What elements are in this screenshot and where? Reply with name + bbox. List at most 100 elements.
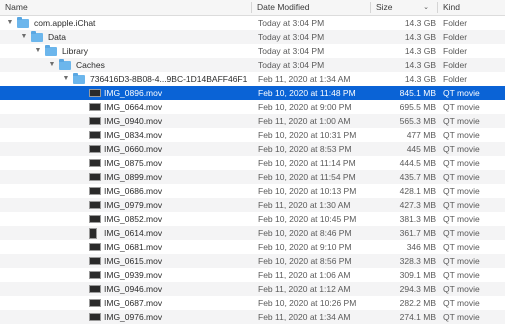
file-row[interactable]: IMG_0686.mov Feb 10, 2020 at 10:13 PM 428.… xyxy=(0,184,505,198)
file-row[interactable]: IMG_0834.mov Feb 10, 2020 at 10:31 PM 477 … xyxy=(0,128,505,142)
file-row[interactable]: IMG_0939.mov Feb 11, 2020 at 1:06 AM 309.1… xyxy=(0,268,505,282)
date-modified-cell: Feb 10, 2020 at 10:31 PM xyxy=(258,130,357,140)
kind-cell: QT movie xyxy=(443,88,480,98)
item-name: IMG_0686.mov xyxy=(104,186,163,196)
folder-row[interactable]: ▼ Library Today at 3:04 PM 14.3 GB Folder xyxy=(0,44,505,58)
video-file-icon xyxy=(89,215,101,223)
date-modified-cell: Feb 11, 2020 at 1:06 AM xyxy=(258,270,351,280)
name-cell: IMG_0834.mov xyxy=(0,128,250,142)
file-row[interactable]: IMG_0979.mov Feb 11, 2020 at 1:30 AM 427.3… xyxy=(0,198,505,212)
item-name: IMG_0896.mov xyxy=(104,88,163,98)
file-row[interactable]: IMG_0614.mov Feb 10, 2020 at 8:46 PM 361.7… xyxy=(0,226,505,240)
folder-row[interactable]: ▼ com.apple.iChat Today at 3:04 PM 14.3 GB F… xyxy=(0,16,505,30)
file-list: ▼ com.apple.iChat Today at 3:04 PM 14.3 GB F… xyxy=(0,16,505,324)
date-modified-cell: Feb 11, 2020 at 1:34 AM xyxy=(258,312,351,322)
kind-cell: QT movie xyxy=(443,158,480,168)
name-cell: IMG_0687.mov xyxy=(0,296,250,310)
date-modified-cell: Feb 10, 2020 at 11:48 PM xyxy=(258,88,356,98)
kind-cell: QT movie xyxy=(443,256,480,266)
file-row[interactable]: IMG_0976.mov Feb 11, 2020 at 1:34 AM 274.1… xyxy=(0,310,505,324)
file-row[interactable]: IMG_0899.mov Feb 10, 2020 at 11:54 PM 435.… xyxy=(0,170,505,184)
kind-cell: QT movie xyxy=(443,102,480,112)
item-name: IMG_0875.mov xyxy=(104,158,163,168)
size-cell: 445 MB xyxy=(406,144,436,154)
date-modified-cell: Today at 3:04 PM xyxy=(258,18,325,28)
item-name: IMG_0946.mov xyxy=(104,284,163,294)
name-cell: IMG_0896.mov xyxy=(0,86,250,100)
item-name: IMG_0614.mov xyxy=(104,228,163,238)
size-cell: 845.1 MB xyxy=(399,88,436,98)
column-header-size[interactable]: Size ⌄ xyxy=(371,0,437,15)
folder-row[interactable]: ▼ Caches Today at 3:04 PM 14.3 GB Folder xyxy=(0,58,505,72)
size-cell: 427.3 MB xyxy=(399,200,436,210)
file-row[interactable]: IMG_0875.mov Feb 10, 2020 at 11:14 PM 444.… xyxy=(0,156,505,170)
kind-cell: QT movie xyxy=(443,186,480,196)
item-name: com.apple.iChat xyxy=(34,18,96,28)
kind-cell: QT movie xyxy=(443,284,480,294)
item-name: IMG_0979.mov xyxy=(104,200,163,210)
folder-icon xyxy=(45,45,57,56)
video-file-icon xyxy=(89,187,101,195)
sort-descending-icon: ⌄ xyxy=(423,4,429,11)
size-cell: 444.5 MB xyxy=(399,158,436,168)
size-cell: 14.3 GB xyxy=(404,32,436,42)
folder-row[interactable]: ▼ 736416D3-8B08-4...9BC-1D14BAFF46F1 Feb 1… xyxy=(0,72,505,86)
file-row[interactable]: IMG_0852.mov Feb 10, 2020 at 10:45 PM 381.… xyxy=(0,212,505,226)
date-modified-cell: Feb 10, 2020 at 10:13 PM xyxy=(258,186,357,196)
name-cell: IMG_0660.mov xyxy=(0,142,250,156)
video-file-icon xyxy=(89,257,101,265)
column-header-date-label: Date Modified xyxy=(257,2,310,12)
kind-cell: QT movie xyxy=(443,214,480,224)
item-name: IMG_0939.mov xyxy=(104,270,163,280)
disclosure-expanded-icon[interactable]: ▼ xyxy=(20,30,28,44)
kind-cell: QT movie xyxy=(443,298,480,308)
item-name: IMG_0687.mov xyxy=(104,298,163,308)
name-cell: IMG_0875.mov xyxy=(0,156,250,170)
date-modified-cell: Feb 10, 2020 at 8:53 PM xyxy=(258,144,352,154)
disclosure-expanded-icon[interactable]: ▼ xyxy=(6,16,14,30)
column-header-name[interactable]: Name xyxy=(0,0,250,15)
folder-icon xyxy=(73,73,85,84)
item-name: IMG_0615.mov xyxy=(104,256,163,266)
video-file-icon xyxy=(89,89,101,97)
size-cell: 565.3 MB xyxy=(399,116,436,126)
column-header-date-modified[interactable]: Date Modified xyxy=(252,0,370,15)
video-file-icon xyxy=(89,243,101,251)
file-row[interactable]: IMG_0660.mov Feb 10, 2020 at 8:53 PM 445 M… xyxy=(0,142,505,156)
name-cell: IMG_0946.mov xyxy=(0,282,250,296)
disclosure-expanded-icon[interactable]: ▼ xyxy=(62,72,70,86)
size-cell: 361.7 MB xyxy=(399,228,436,238)
file-row[interactable]: IMG_0946.mov Feb 11, 2020 at 1:12 AM 294.3… xyxy=(0,282,505,296)
kind-cell: QT movie xyxy=(443,172,480,182)
video-file-icon xyxy=(89,313,101,321)
disclosure-expanded-icon[interactable]: ▼ xyxy=(48,58,56,72)
item-name: IMG_0664.mov xyxy=(104,102,163,112)
file-row[interactable]: IMG_0687.mov Feb 10, 2020 at 10:26 PM 282.… xyxy=(0,296,505,310)
item-name: Library xyxy=(62,46,88,56)
kind-cell: QT movie xyxy=(443,312,480,322)
file-row[interactable]: IMG_0940.mov Feb 11, 2020 at 1:00 AM 565.3… xyxy=(0,114,505,128)
video-file-icon xyxy=(89,271,101,279)
item-name: IMG_0976.mov xyxy=(104,312,163,322)
kind-cell: QT movie xyxy=(443,144,480,154)
name-cell: IMG_0615.mov xyxy=(0,254,250,268)
name-cell: IMG_0852.mov xyxy=(0,212,250,226)
file-row[interactable]: IMG_0681.mov Feb 10, 2020 at 9:10 PM 346 M… xyxy=(0,240,505,254)
size-cell: 346 MB xyxy=(406,242,436,252)
column-header-kind-label: Kind xyxy=(443,2,461,12)
item-name: IMG_0834.mov xyxy=(104,130,163,140)
size-cell: 477 MB xyxy=(406,130,436,140)
file-row[interactable]: IMG_0615.mov Feb 10, 2020 at 8:56 PM 328.3… xyxy=(0,254,505,268)
name-cell: ▼ Data xyxy=(0,30,250,44)
folder-row[interactable]: ▼ Data Today at 3:04 PM 14.3 GB Folder xyxy=(0,30,505,44)
file-row[interactable]: IMG_0896.mov Feb 10, 2020 at 11:48 PM 845.… xyxy=(0,86,505,100)
size-cell: 14.3 GB xyxy=(404,60,436,70)
date-modified-cell: Feb 10, 2020 at 9:00 PM xyxy=(258,102,352,112)
kind-cell: QT movie xyxy=(443,228,480,238)
column-header-name-label: Name xyxy=(5,2,28,12)
disclosure-expanded-icon[interactable]: ▼ xyxy=(34,44,42,58)
kind-cell: QT movie xyxy=(443,116,480,126)
file-row[interactable]: IMG_0664.mov Feb 10, 2020 at 9:00 PM 695.5… xyxy=(0,100,505,114)
date-modified-cell: Today at 3:04 PM xyxy=(258,32,325,42)
column-header-kind[interactable]: Kind xyxy=(438,0,505,15)
